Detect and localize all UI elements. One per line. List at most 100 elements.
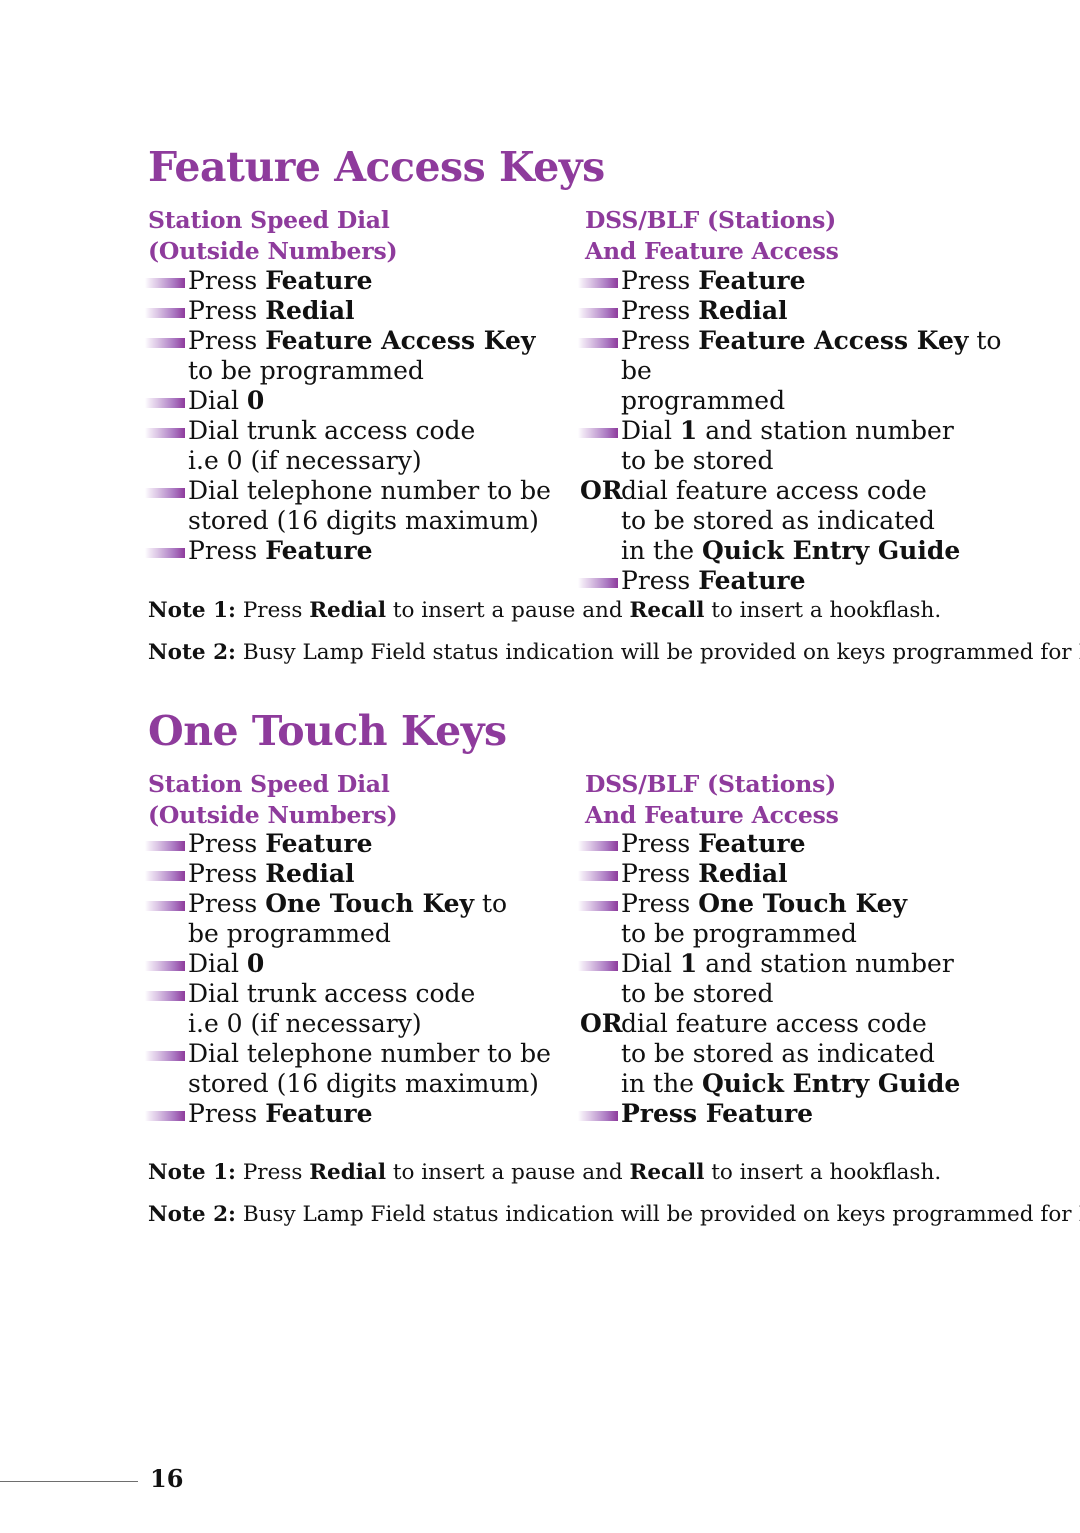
emphasis-text: Recall [629, 1160, 705, 1185]
gradient-bullet-icon [578, 961, 618, 971]
list-item: Press Feature [578, 266, 1028, 296]
list-item-text: Press Feature [188, 1099, 373, 1128]
emphasis-text: Feature [698, 566, 806, 595]
column-heading-line1: DSS/BLF (Stations) [585, 770, 837, 798]
steps-list-dss-blf-one-touch: Press Feature Press Redial Press One Touch… [578, 829, 1028, 1129]
list-item-text: Press Feature [188, 266, 373, 295]
list-item-text: Dial 1 and station number [621, 949, 954, 978]
list-item: Press Feature [145, 536, 565, 566]
list-item: Press Feature [578, 829, 1028, 859]
list-item-text: Press Feature Access Key to be [621, 326, 1002, 385]
column-heading-station-speed-dial-one-touch: Station Speed Dial (Outside Numbers) [148, 769, 398, 831]
gradient-bullet-icon [145, 901, 185, 911]
list-item-text: Dial telephone number to be [188, 1039, 551, 1068]
emphasis-text: Feature [265, 266, 373, 295]
emphasis-text: 1 [679, 416, 698, 445]
list-item-text: Press Feature Access Key [188, 326, 536, 355]
or-label: OR [580, 476, 623, 505]
gradient-bullet-icon [145, 308, 185, 318]
emphasis-text: Feature [265, 1099, 373, 1128]
gradient-bullet-icon [145, 338, 185, 348]
list-item: Dial trunk access code i.e 0 (if necessar… [145, 416, 565, 476]
emphasis-text: Feature [265, 536, 373, 565]
column-heading-line1: DSS/BLF (Stations) [585, 206, 837, 234]
list-item: OR dial feature access code to be stored a… [578, 476, 1028, 566]
emphasis-text: Recall [629, 598, 705, 623]
list-item-text: Dial 0 [188, 949, 265, 978]
footer-rule [0, 1481, 138, 1482]
list-item-text: Press Redial [188, 859, 355, 888]
list-item: Press One Touch Key to be programmed [145, 889, 565, 949]
list-item-text: Dial trunk access code [188, 979, 476, 1008]
list-item-continuation: to be stored [621, 979, 774, 1008]
emphasis-text: Feature [698, 266, 806, 295]
list-item-text: Dial trunk access code [188, 416, 476, 445]
note-1-one-touch: Note 1: Press Redial to insert a pause a… [148, 1160, 942, 1185]
steps-list-station-speed-dial-one-touch: Press Feature Press Redial Press One Touch… [145, 829, 565, 1129]
gradient-bullet-icon [578, 901, 618, 911]
list-item: Dial trunk access code i.e 0 (if necessar… [145, 979, 565, 1039]
document-page: Feature Access Keys Station Speed Dial (… [0, 0, 1080, 1533]
list-item: Dial telephone number to be stored (16 di… [145, 476, 565, 536]
list-item-continuation: stored (16 digits maximum) [188, 1069, 539, 1098]
emphasis-text: 0 [246, 949, 265, 978]
gradient-bullet-icon [145, 488, 185, 498]
emphasis-text: 0 [246, 386, 265, 415]
list-item-continuation: to be programmed [188, 356, 424, 385]
list-item-text: Press Redial [188, 296, 355, 325]
emphasis-text: Feature [698, 829, 806, 858]
gradient-bullet-icon [578, 428, 618, 438]
column-heading-dss-blf-one-touch: DSS/BLF (Stations) And Feature Access [585, 769, 839, 831]
list-item-continuation: to be stored [621, 446, 774, 475]
emphasis-text: Feature Access Key [698, 326, 969, 355]
emphasis-text: Redial [309, 1160, 387, 1185]
emphasis-text: Quick Entry Guide [701, 1069, 961, 1098]
list-item: Press Feature Access Key to be programmed [145, 326, 565, 386]
column-heading-line2: And Feature Access [585, 237, 839, 265]
emphasis-text: 1 [679, 949, 698, 978]
list-item: Press One Touch Key to be programmed [578, 889, 1028, 949]
list-item: Press Feature [145, 266, 565, 296]
list-item-text: Dial telephone number to be [188, 476, 551, 505]
note-label: Note 2: [148, 1202, 236, 1227]
list-item-text: Press Feature [621, 1099, 814, 1128]
list-item-text: Press Feature [188, 536, 373, 565]
list-item: Press Redial [578, 296, 1028, 326]
list-item-text: Dial 1 and station number [621, 416, 954, 445]
emphasis-text: Quick Entry Guide [701, 536, 961, 565]
list-item-continuation: in the Quick Entry Guide [621, 536, 961, 565]
gradient-bullet-icon [578, 1111, 618, 1121]
column-heading-station-speed-dial: Station Speed Dial (Outside Numbers) [148, 205, 398, 267]
list-item-text: Press Feature [621, 266, 806, 295]
note-2-one-touch: Note 2: Busy Lamp Field status indicatio… [148, 1202, 1080, 1227]
section-title-one-touch-keys: One Touch Keys [148, 707, 507, 755]
gradient-bullet-icon [578, 841, 618, 851]
column-heading-line2: And Feature Access [585, 801, 839, 829]
gradient-bullet-icon [578, 338, 618, 348]
list-item-text: Press Redial [621, 296, 788, 325]
list-item-continuation: i.e 0 (if necessary) [188, 1009, 422, 1038]
column-heading-line2: (Outside Numbers) [148, 801, 398, 829]
emphasis-text: Redial [698, 296, 788, 325]
steps-list-dss-blf: Press Feature Press Redial Press Feature A… [578, 266, 1028, 596]
list-item: Dial 1 and station number to be stored [578, 416, 1028, 476]
list-item-continuation: be programmed [188, 919, 391, 948]
note-label: Note 2: [148, 640, 236, 665]
emphasis-text: Feature Access Key [265, 326, 536, 355]
gradient-bullet-icon [145, 1051, 185, 1061]
emphasis-text: Feature [705, 1099, 814, 1128]
gradient-bullet-icon [578, 278, 618, 288]
list-item: Press Feature [145, 829, 565, 859]
section-title-feature-access-keys: Feature Access Keys [148, 143, 605, 191]
gradient-bullet-icon [578, 871, 618, 881]
list-item: OR dial feature access code to be stored a… [578, 1009, 1028, 1099]
list-item: Press Feature Access Key to be programmed [578, 326, 1028, 416]
gradient-bullet-icon [578, 578, 618, 588]
list-item-continuation: i.e 0 (if necessary) [188, 446, 422, 475]
note-label: Note 1: [148, 1160, 236, 1185]
steps-list-station-speed-dial: Press Feature Press Redial Press Feature A… [145, 266, 565, 566]
list-item-text: Dial 0 [188, 386, 265, 415]
gradient-bullet-icon [145, 278, 185, 288]
list-item: Dial 0 [145, 949, 565, 979]
note-2-feature-access: Note 2: Busy Lamp Field status indicatio… [148, 640, 1080, 665]
